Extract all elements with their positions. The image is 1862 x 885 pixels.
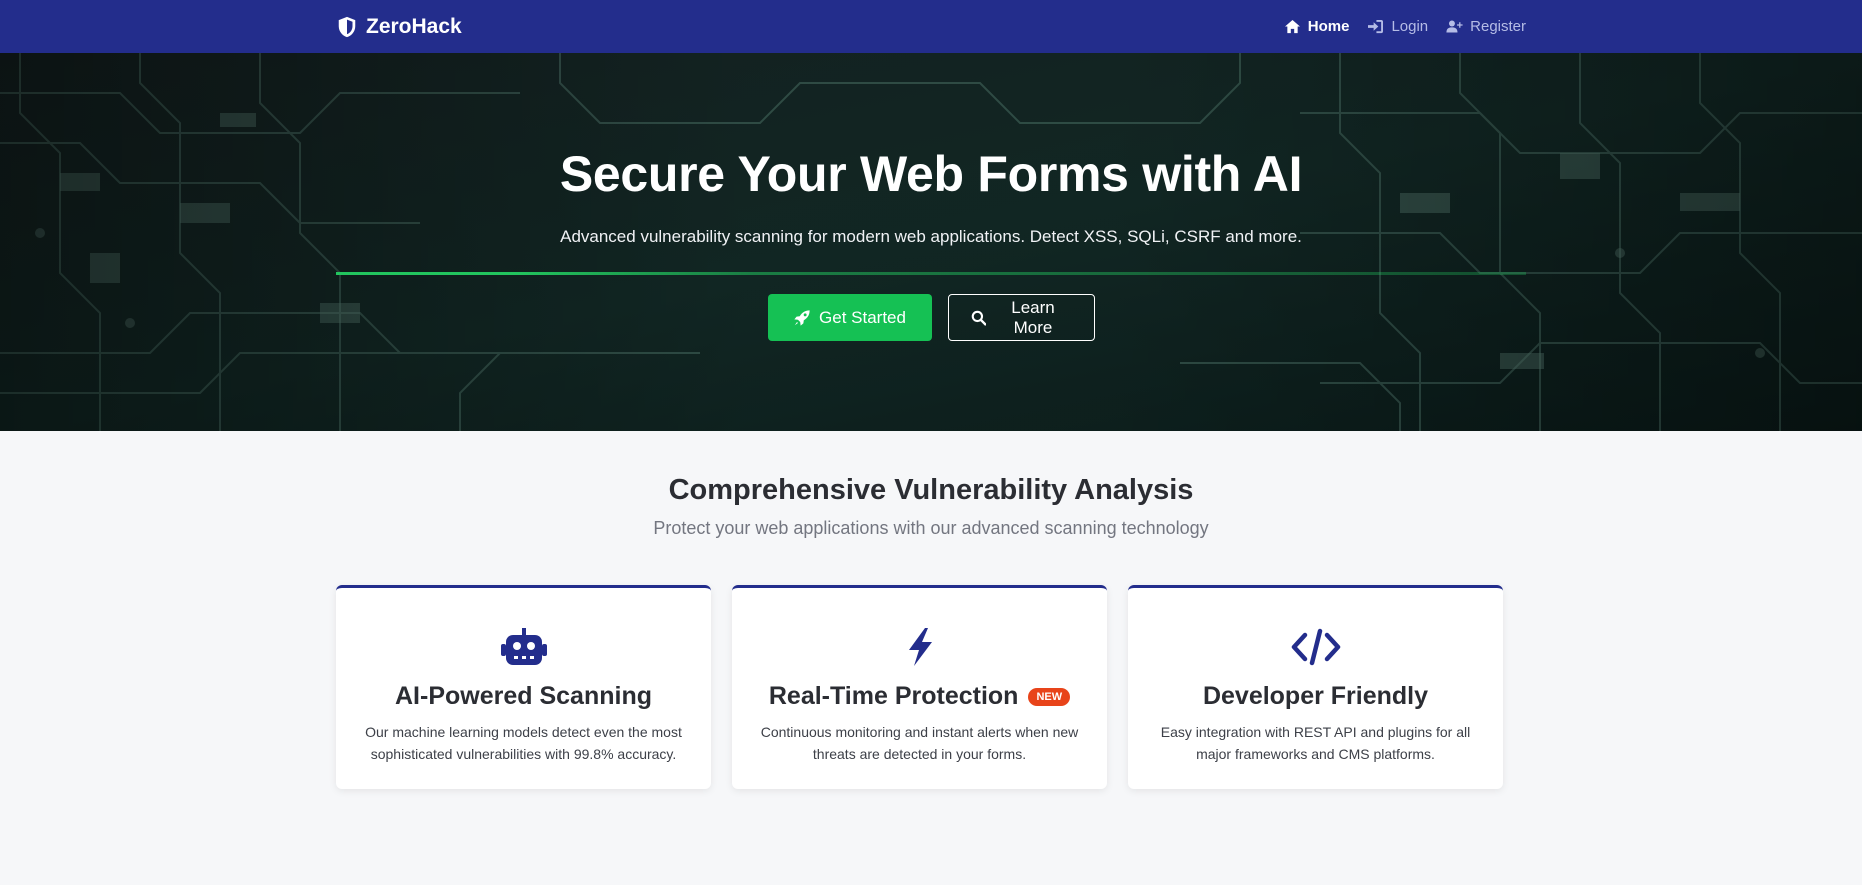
hero-title: Secure Your Web Forms with AI [559, 146, 1303, 202]
user-plus-icon [1446, 20, 1463, 33]
bolt-icon [908, 628, 932, 666]
new-badge: NEW [1028, 687, 1071, 706]
navbar-inner: ZeroHack Home Login Register [336, 0, 1526, 53]
nav-register-label: Register [1470, 18, 1526, 35]
nav-links: Home Login Register [1284, 18, 1526, 35]
home-icon [1284, 19, 1300, 34]
feature-title-developer-friendly: Developer Friendly [1202, 682, 1429, 710]
learn-more-label: Learn More [1011, 297, 1055, 337]
shield-icon [338, 16, 356, 37]
feature-card-title: AI-Powered Scanning [360, 682, 687, 711]
hero-buttons: Get Started Learn More [0, 294, 1862, 341]
get-started-label: Get Started [819, 307, 906, 327]
feature-card-developer-friendly: Developer Friendly Easy integration with… [1128, 585, 1503, 789]
login-icon [1368, 19, 1384, 34]
features-subtitle: Protect your web applications with our a… [653, 518, 1209, 538]
get-started-button[interactable]: Get Started [767, 294, 932, 341]
feature-card-ai-scanning: AI-Powered Scanning Our machine learning… [336, 585, 711, 789]
feature-text-ai-scanning: Our machine learning models detect even … [365, 724, 682, 762]
hero-subtitle: Advanced vulnerability scanning for mode… [560, 227, 1302, 246]
search-icon [971, 310, 987, 326]
nav-login-link[interactable]: Login [1367, 18, 1428, 35]
nav-home-label: Home [1307, 18, 1350, 35]
feature-title-ai-scanning: AI-Powered Scanning [395, 682, 652, 710]
nav-home-link[interactable]: Home [1284, 18, 1350, 35]
feature-cards: AI-Powered Scanning Our machine learning… [336, 585, 1504, 789]
code-icon [1291, 628, 1340, 666]
hero-divider [336, 272, 1526, 275]
brand-name: ZeroHack [366, 14, 462, 38]
feature-title-realtime-protection: Real-Time Protection [768, 682, 1019, 710]
rocket-icon [794, 309, 810, 326]
nav-register-link[interactable]: Register [1446, 18, 1526, 35]
feature-card-title: Developer Friendly [1152, 682, 1479, 711]
feature-card-icon [756, 626, 1083, 668]
features-title: Comprehensive Vulnerability Analysis [668, 474, 1194, 506]
robot-icon [500, 628, 547, 665]
feature-text-realtime-protection: Continuous monitoring and instant alerts… [760, 724, 1079, 762]
brand-link[interactable]: ZeroHack [336, 15, 462, 39]
nav-login-label: Login [1391, 18, 1429, 35]
feature-text-developer-friendly: Easy integration with REST API and plugi… [1160, 724, 1471, 762]
learn-more-button[interactable]: Learn More [947, 294, 1095, 341]
navbar: ZeroHack Home Login Register [0, 0, 1862, 53]
hero-section: Secure Your Web Forms with AI Advanced v… [0, 53, 1862, 431]
feature-card-icon [1152, 626, 1479, 668]
feature-card-icon [360, 626, 687, 668]
feature-card-title: Real-Time Protection NEW [756, 682, 1083, 711]
feature-card-realtime-protection: Real-Time Protection NEW Continuous moni… [732, 585, 1107, 789]
